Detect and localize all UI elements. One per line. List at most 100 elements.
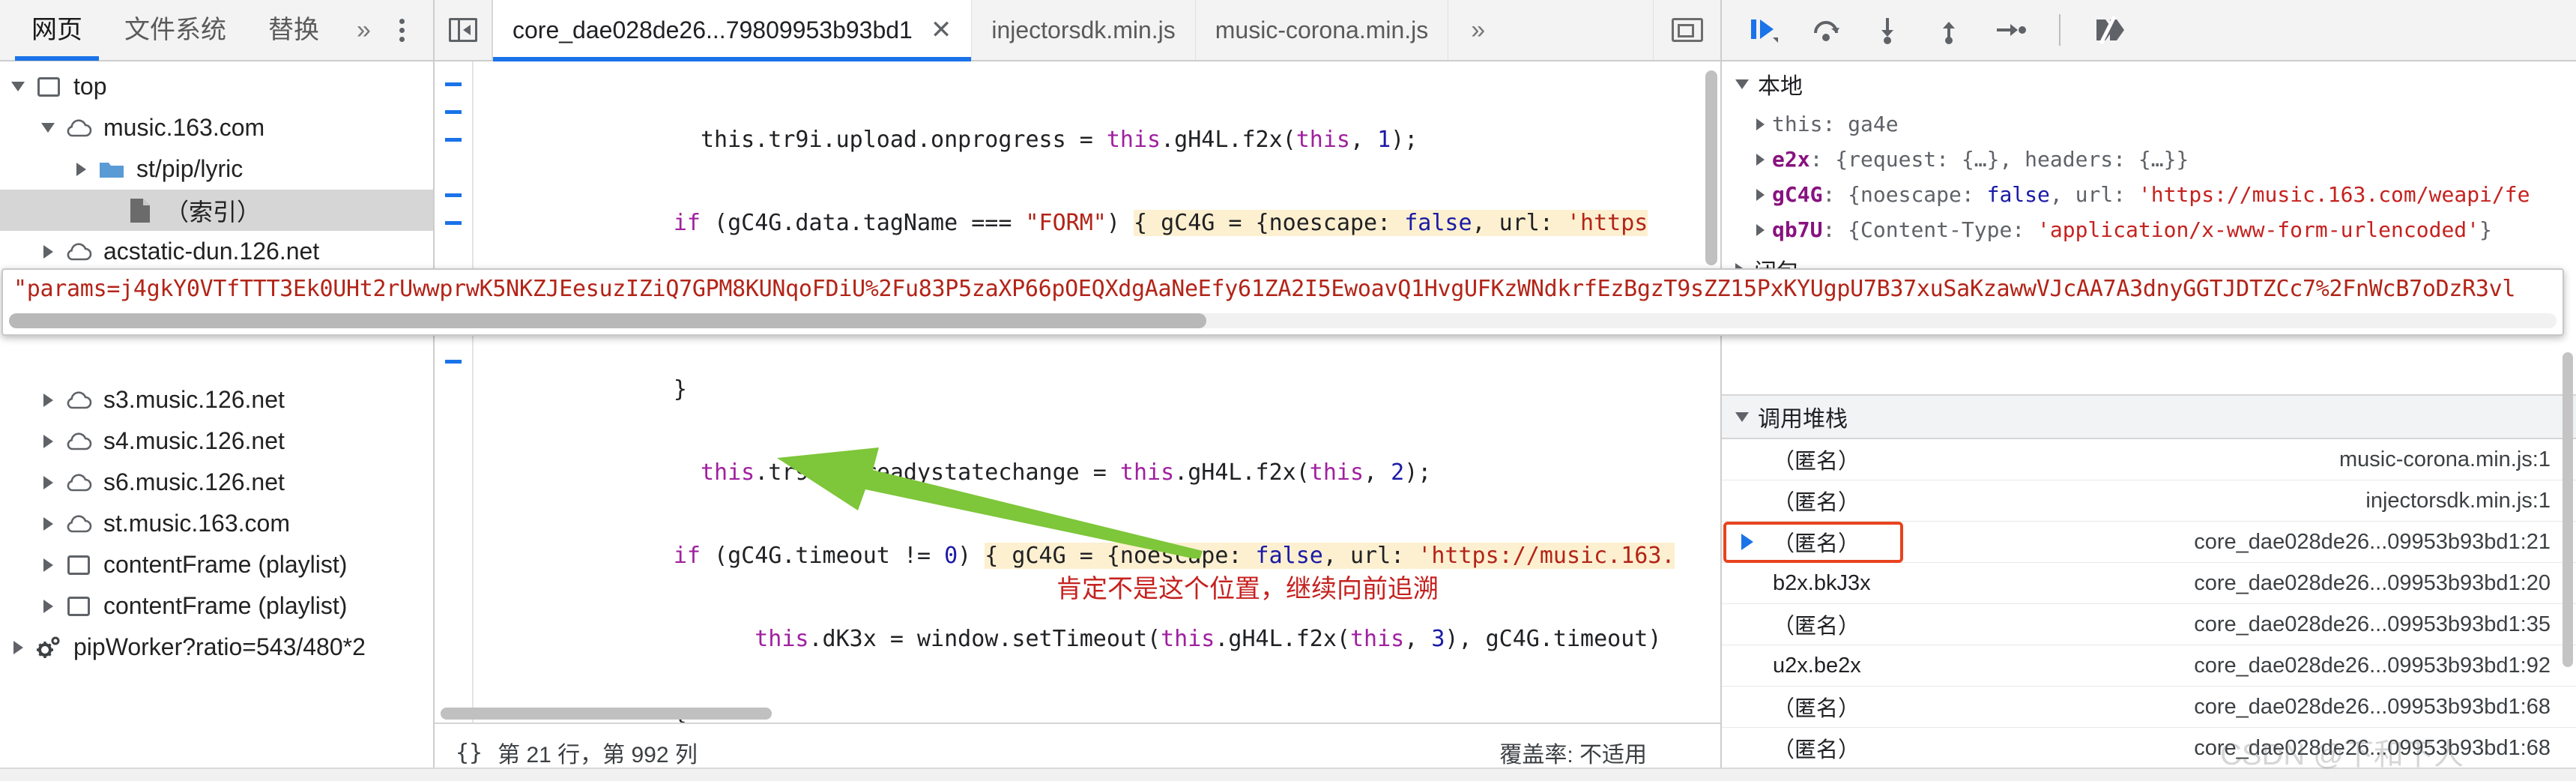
call-stack-row[interactable]: b2x.bkJ3x core_dae028de26...09953b93bd1:… xyxy=(1722,563,2576,604)
editor-tabs-overflow-icon[interactable]: » xyxy=(1448,0,1506,60)
step-into-icon[interactable] xyxy=(1870,13,1905,47)
call-stack-header[interactable]: 调用堆栈 xyxy=(1722,394,2576,439)
disclosure-triangle-icon[interactable] xyxy=(34,558,61,572)
frame-icon xyxy=(61,555,96,575)
kebab-menu-icon[interactable] xyxy=(399,18,405,42)
tree-item-music163[interactable]: music.163.com xyxy=(0,107,433,148)
editor-horizontal-scrollbar[interactable] xyxy=(441,708,1714,720)
fold-marker[interactable] xyxy=(435,181,472,209)
editor-tab-core-label: core_dae028de26...79809953b93bd1 xyxy=(513,16,913,43)
fold-marker xyxy=(435,486,472,514)
scope-row-qb7u[interactable]: qb7U: {Content-Type: 'application/x-www-… xyxy=(1722,212,2576,247)
disclosure-triangle-icon[interactable] xyxy=(4,82,31,91)
bottom-tab-console[interactable]: 控制台 xyxy=(19,777,87,781)
editor-panel: core_dae028de26...79809953b93bd1 ✕ injec… xyxy=(435,0,1722,781)
disclosure-triangle-icon[interactable] xyxy=(34,516,61,531)
tree-item-stpiplyric[interactable]: st/pip/lyric xyxy=(0,148,433,190)
tree-item-contentframe-2[interactable]: contentFrame (playlist) xyxy=(0,585,433,627)
call-stack-row-current[interactable]: （匿名） core_dae028de26...09953b93bd1:21 xyxy=(1722,522,2576,563)
disclosure-triangle-icon[interactable] xyxy=(34,123,61,133)
disclosure-triangle-icon[interactable] xyxy=(34,475,61,489)
code-line[interactable]: if (gC4G.data.tagName === "FORM") { gC4G… xyxy=(474,209,1720,237)
bottom-tab-issues[interactable]: 问题 xyxy=(231,777,276,781)
editor-tab-musiccorona[interactable]: music-corona.min.js xyxy=(1196,0,1449,60)
disclosure-triangle-icon[interactable] xyxy=(34,434,61,448)
tooltip-horizontal-scrollbar[interactable] xyxy=(9,313,2557,328)
disclosure-triangle-icon[interactable] xyxy=(34,244,61,259)
debugger-panel: 本地 this: ga4e e2x: {request: {…}, header… xyxy=(1722,0,2576,781)
pretty-print-icon[interactable]: {} xyxy=(456,740,483,766)
call-stack-row[interactable]: （匿名） core_dae028de26...09953b93bd1:68 xyxy=(1722,687,2576,728)
call-stack-title: 调用堆栈 xyxy=(1758,407,1848,432)
code-line[interactable]: this.dK3x = window.setTimeout(this.gH4L.… xyxy=(474,625,1720,653)
call-stack-row[interactable]: u2x.be2x core_dae028de26...09953b93bd1:9… xyxy=(1722,645,2576,687)
call-stack-location: core_dae028de26...09953b93bd1:68 xyxy=(2194,694,2551,719)
pop-out-icon[interactable] xyxy=(1653,0,1720,60)
tree-item-acstatic[interactable]: acstatic-dun.126.net xyxy=(0,231,433,272)
tree-item-label: music.163.com xyxy=(103,114,265,141)
tree-item-s4music[interactable]: s4.music.126.net xyxy=(0,420,433,462)
editor-tab-injectorsdk[interactable]: injectorsdk.min.js xyxy=(972,0,1196,60)
code-line[interactable]: this.tr9i.upload.onprogress = this.gH4L.… xyxy=(474,126,1720,154)
code-line[interactable]: } xyxy=(474,376,1720,403)
code-lines[interactable]: this.tr9i.upload.onprogress = this.gH4L.… xyxy=(474,61,1720,723)
tree-item-contentframe-1[interactable]: contentFrame (playlist) xyxy=(0,544,433,585)
code-editor[interactable]: this.tr9i.upload.onprogress = this.gH4L.… xyxy=(435,61,1720,723)
disclosure-triangle-icon[interactable] xyxy=(34,599,61,613)
step-over-icon[interactable] xyxy=(1809,13,1843,47)
nav-tab-overrides[interactable]: 替换 xyxy=(247,0,340,61)
fold-marker xyxy=(435,514,472,542)
tree-item-pipworker[interactable]: pipWorker?ratio=543/480*2 xyxy=(0,627,433,668)
call-stack-row[interactable]: （匿名） injectorsdk.min.js:1 xyxy=(1722,480,2576,522)
resume-script-icon[interactable] xyxy=(1747,13,1782,47)
fold-marker[interactable] xyxy=(435,98,472,126)
disclosure-triangle-icon[interactable] xyxy=(4,640,31,654)
bottom-tab-search[interactable]: 搜索 xyxy=(325,777,370,781)
editor-tab-core[interactable]: core_dae028de26...79809953b93bd1 ✕ xyxy=(493,0,973,61)
editor-tab-musiccorona-label: music-corona.min.js xyxy=(1215,16,1429,43)
navigator-panel: 网页 文件系统 替换 » top music.163.com st/pip/ly… xyxy=(0,0,435,781)
tree-item-label: contentFrame (playlist) xyxy=(103,551,348,578)
code-line[interactable]: if (gC4G.timeout != 0) { gC4G = {noescap… xyxy=(474,542,1720,570)
fold-marker[interactable] xyxy=(435,70,472,98)
tree-item-s3music[interactable]: s3.music.126.net xyxy=(0,379,433,420)
call-stack-function: （匿名） xyxy=(1773,615,1860,639)
bottom-tab-animations[interactable]: 动画 xyxy=(136,777,181,781)
editor-vertical-scrollbar[interactable] xyxy=(1705,70,1717,265)
nav-tab-filesystem-label: 文件系统 xyxy=(124,16,226,44)
scope-row-e2x[interactable]: e2x: {request: {…}, headers: {…}} xyxy=(1722,142,2576,177)
deactivate-breakpoints-icon[interactable] xyxy=(2092,13,2126,47)
step-out-icon[interactable] xyxy=(1932,13,1966,47)
call-stack-row[interactable]: （匿名） music-corona.min.js:1 xyxy=(1722,439,2576,480)
nav-tab-page[interactable]: 网页 xyxy=(10,0,103,61)
tree-item-stmusic163[interactable]: st.music.163.com xyxy=(0,503,433,544)
scope-row-this[interactable]: this: ga4e xyxy=(1722,106,2576,142)
tree-item-index[interactable]: （索引） xyxy=(0,190,433,231)
cloud-icon xyxy=(61,473,96,492)
close-icon[interactable]: ✕ xyxy=(931,17,952,43)
tree-item-label: s6.music.126.net xyxy=(103,468,285,495)
call-stack-row[interactable]: （匿名） core_dae028de26...09953b93bd1:35 xyxy=(1722,604,2576,645)
tree-item-top[interactable]: top xyxy=(0,66,433,107)
disclosure-triangle-icon[interactable] xyxy=(34,393,61,407)
disclosure-triangle-icon[interactable] xyxy=(67,162,94,176)
show-navigator-icon[interactable] xyxy=(435,0,493,60)
chevron-double-right-icon[interactable]: » xyxy=(340,16,386,45)
scope-var-value: {request: {…}, headers: {…}} xyxy=(1835,147,2189,172)
tree-item-label: st/pip/lyric xyxy=(136,155,244,182)
code-line[interactable]: this.tr9i.onreadystatechange = this.gH4L… xyxy=(474,459,1720,486)
bottom-tab-coverage[interactable]: 覆盖率 xyxy=(420,777,487,781)
nav-tab-filesystem[interactable]: 文件系统 xyxy=(103,0,247,61)
fold-marker xyxy=(435,403,472,431)
scope-local-header[interactable]: 本地 xyxy=(1722,61,2576,106)
tooltip-value-text: "params=j4gkY0VTfTTT3Ek0UHt2rUwwprwK5NKZ… xyxy=(13,276,2516,302)
fold-marker[interactable] xyxy=(435,209,472,237)
fold-marker[interactable] xyxy=(435,126,472,154)
tree-item-s6music[interactable]: s6.music.126.net xyxy=(0,462,433,503)
call-stack-row[interactable]: （匿名） core_dae028de26...09953b93bd1:68 xyxy=(1722,728,2576,769)
debugger-vertical-scrollbar[interactable] xyxy=(2563,352,2573,667)
fold-marker[interactable] xyxy=(435,348,472,376)
scope-row-gc4g[interactable]: gC4G: {noescape: false, url: 'https://mu… xyxy=(1722,177,2576,212)
step-icon[interactable] xyxy=(1993,13,2028,47)
call-stack-location: core_dae028de26...09953b93bd1:21 xyxy=(2194,529,2551,554)
